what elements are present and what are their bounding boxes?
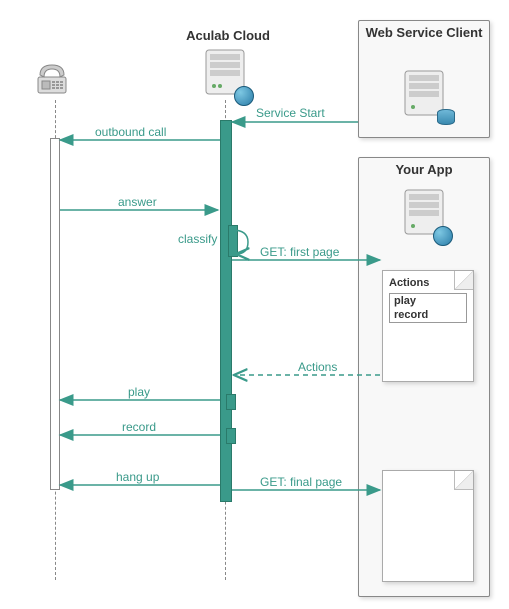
lane-title-cloud: Aculab Cloud xyxy=(178,28,278,43)
label-classify: classify xyxy=(178,232,217,246)
doc-action-list: play record xyxy=(389,293,467,323)
label-play: play xyxy=(128,385,150,399)
activation-cloud-record xyxy=(226,428,236,444)
label-outbound-call: outbound call xyxy=(95,125,166,139)
activation-cloud-main xyxy=(220,120,232,502)
label-get-first: GET: first page xyxy=(260,245,339,259)
doc-action-item: record xyxy=(390,308,466,322)
label-hang-up: hang up xyxy=(116,470,159,484)
app-server-icon xyxy=(401,184,447,240)
your-app-title: Your App xyxy=(359,158,489,179)
activation-cloud-play xyxy=(226,394,236,410)
web-service-client-title: Web Service Client xyxy=(359,21,489,43)
doc-action-item: play xyxy=(390,294,466,308)
final-document xyxy=(382,470,474,582)
phone-icon xyxy=(34,55,76,97)
label-answer: answer xyxy=(118,195,157,209)
label-record: record xyxy=(122,420,156,434)
globe-icon xyxy=(433,226,453,246)
cloud-server-icon xyxy=(202,44,248,100)
web-service-client-box: Web Service Client xyxy=(358,20,490,138)
client-server-icon xyxy=(401,65,447,121)
actions-document: Actions play record xyxy=(382,270,474,382)
label-actions: Actions xyxy=(298,360,337,374)
globe-icon xyxy=(234,86,254,106)
label-service-start: Service Start xyxy=(256,106,325,120)
doc-heading: Actions xyxy=(383,271,473,291)
activation-cloud-classify xyxy=(228,225,238,257)
activation-phone xyxy=(50,138,60,490)
label-get-final: GET: final page xyxy=(260,475,342,489)
database-icon xyxy=(437,109,455,125)
